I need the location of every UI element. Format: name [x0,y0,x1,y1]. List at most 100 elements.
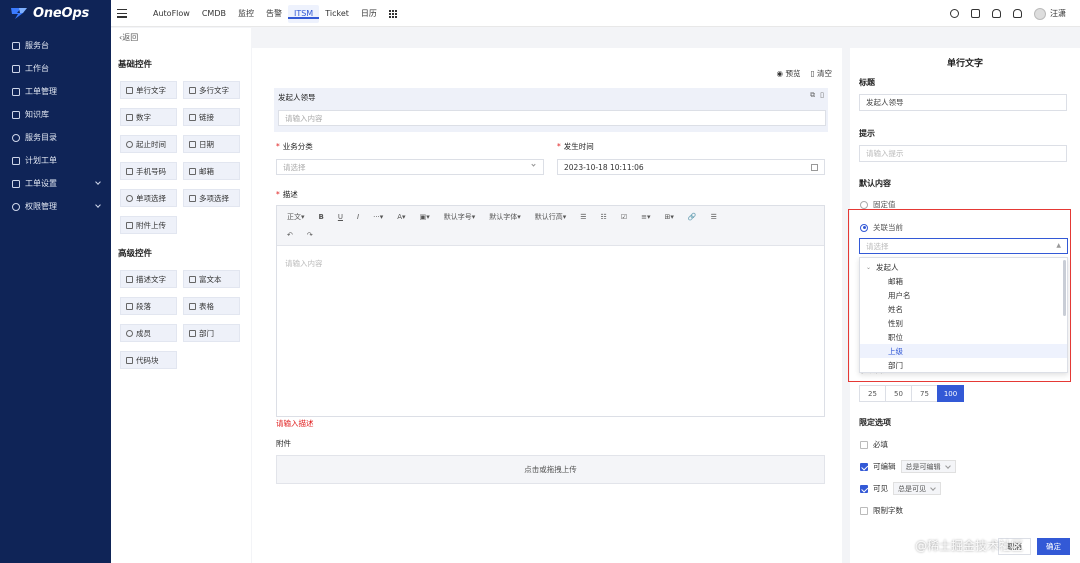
attachment-label: 附件 [276,439,291,448]
tab-itsm[interactable]: ITSM [287,4,320,23]
back-label: 返回 [122,33,139,42]
rich-text-editor[interactable]: 正文▾ B U I ···▾ A▾ ▣▾ 默认字号▾ 默认字体▾ 默认行高▾ ☰… [276,205,825,417]
heading-dropdown[interactable]: 正文▾ [287,212,305,222]
table-dropdown[interactable]: ⊞▾ [665,213,674,221]
sidebar-item-ticket-management[interactable]: 工单管理 [0,80,111,103]
widget-multi-choice[interactable]: 多项选择 [183,189,240,207]
editable-select[interactable]: 总是可编辑 [900,460,956,473]
numbered-list-icon[interactable]: ☷ [601,213,607,221]
widget-description-text[interactable]: 描述文字 [120,270,177,288]
sidebar-item-label: 工单管理 [25,87,57,96]
sidebar-item-service-catalog[interactable]: 服务目录 [0,126,111,149]
brand-logo[interactable]: OneOps [9,4,89,22]
widget-single-line-text[interactable]: 单行文字 [120,81,177,99]
sidebar-item-label: 服务台 [25,41,49,50]
widget-file-upload[interactable]: 附件上传 [120,216,177,234]
tab-monitor[interactable]: 监控 [232,0,260,27]
category-select[interactable]: 请选择 [276,159,544,175]
tab-autoflow[interactable]: AutoFlow [147,0,196,27]
underline-button[interactable]: U [338,213,343,221]
help-icon[interactable] [950,9,959,18]
divider-icon[interactable]: ☰ [711,213,717,221]
tab-calendar[interactable]: 日历 [355,0,383,27]
widget-date[interactable]: 日期 [183,135,240,153]
widget-rich-text[interactable]: 富文本 [183,270,240,288]
user-name[interactable]: 汪潇 [1050,8,1066,19]
mail-icon [189,167,196,175]
widget-phone[interactable]: 手机号码 [120,162,177,180]
tab-cmdb[interactable]: CMDB [196,0,232,27]
sidebar-item-workbench[interactable]: 工作台 [0,57,111,80]
bullet-list-icon[interactable]: ☰ [580,213,586,221]
bell-icon[interactable] [992,9,1001,18]
widget-number[interactable]: 数字 [120,108,177,126]
visible-select[interactable]: 总是可见 [893,482,941,495]
checkbox-label: 必填 [873,440,888,449]
initiator-leader-input[interactable]: 请输入内容 [278,110,826,126]
background-color-dropdown[interactable]: ▣▾ [420,213,430,221]
checkbox-visible[interactable]: 可见 总是可见 [860,482,941,495]
bold-button[interactable]: B [319,213,324,221]
checkbox-box [860,462,868,471]
width-option-50[interactable]: 50 [885,385,912,402]
widget-member[interactable]: 成员 [120,324,177,342]
upload-dropzone[interactable]: 点击或拖拽上传 [276,455,825,484]
align-dropdown[interactable]: ≡▾ [641,213,650,221]
sidebar-item-label: 权限管理 [25,202,57,211]
sidebar-item-ticket-settings[interactable]: 工单设置 [0,172,111,195]
sidebar-item-label: 工作台 [25,64,49,73]
link-icon[interactable]: 🔗 [688,213,697,221]
widget-code-block[interactable]: 代码块 [120,351,177,369]
menu-toggle-icon[interactable] [117,9,127,18]
notification-icon[interactable] [1013,9,1022,18]
widget-link[interactable]: 链接 [183,108,240,126]
font-family-dropdown[interactable]: 默认字体▾ [489,212,521,222]
occur-time-input[interactable]: 2023-10-18 10:11:06 [557,159,825,175]
clear-button[interactable]: ▯ 清空 [810,68,832,79]
undo-icon[interactable]: ↶ [287,231,293,239]
widget-paragraph[interactable]: 段落 [120,297,177,315]
preview-button[interactable]: ◉ 预览 [777,68,801,79]
sidebar-item-service-desk[interactable]: 服务台 [0,34,111,57]
apps-grid-icon[interactable] [388,9,397,18]
delete-icon[interactable]: ▯ [820,91,824,100]
font-size-dropdown[interactable]: 默认字号▾ [444,212,476,222]
annotation-highlight-box [848,209,1071,382]
checkbox-box [860,440,868,449]
widget-table[interactable]: 表格 [183,297,240,315]
avatar[interactable] [1034,7,1046,20]
widget-multi-line-text[interactable]: 多行文字 [183,81,240,99]
line-height-dropdown[interactable]: 默认行高▾ [535,212,567,222]
tab-ticket[interactable]: Ticket [319,0,355,27]
width-option-100[interactable]: 100 [937,385,964,402]
chevron-down-icon [531,162,536,167]
widget-time-range[interactable]: 起止时间 [120,135,177,153]
widget-email[interactable]: 邮箱 [183,162,240,180]
sidebar-item-permission-management[interactable]: 权限管理 [0,195,111,218]
back-link[interactable]: ‹返回 [119,32,138,43]
prop-title-input[interactable]: 发起人领导 [859,94,1067,111]
sidebar-item-planned-tickets[interactable]: 计划工单 [0,149,111,172]
copy-icon[interactable]: ⧉ [810,91,815,100]
width-option-25[interactable]: 25 [859,385,886,402]
selected-field-block[interactable]: 发起人领导 ⧉ ▯ 请输入内容 [274,88,828,132]
width-option-75[interactable]: 75 [911,385,938,402]
more-format-dropdown[interactable]: ···▾ [373,213,383,221]
checkbox-limit-chars[interactable]: 限制字数 [860,505,903,516]
widget-single-choice[interactable]: 单项选择 [120,189,177,207]
italic-button[interactable]: I [357,213,359,221]
redo-icon[interactable]: ↷ [307,231,313,239]
tab-alert[interactable]: 告警 [260,0,288,27]
todo-icon[interactable]: ☑ [621,213,627,221]
widget-label: 成员 [136,328,151,338]
sidebar-item-knowledge-base[interactable]: 知识库 [0,103,111,126]
confirm-button[interactable]: 确定 [1037,538,1070,555]
checkbox-required[interactable]: 必填 [860,439,888,450]
sidebar-nav: 服务台 工作台 工单管理 知识库 服务目录 计划工单 工单设置 权限管理 [0,34,111,218]
checkbox-label: 可编辑 [873,462,896,471]
font-color-dropdown[interactable]: A▾ [397,213,405,221]
prop-hint-input[interactable]: 请输入提示 [859,145,1067,162]
settings-icon[interactable] [971,9,980,18]
checkbox-editable[interactable]: 可编辑 总是可编辑 [860,460,956,473]
widget-department[interactable]: 部门 [183,324,240,342]
